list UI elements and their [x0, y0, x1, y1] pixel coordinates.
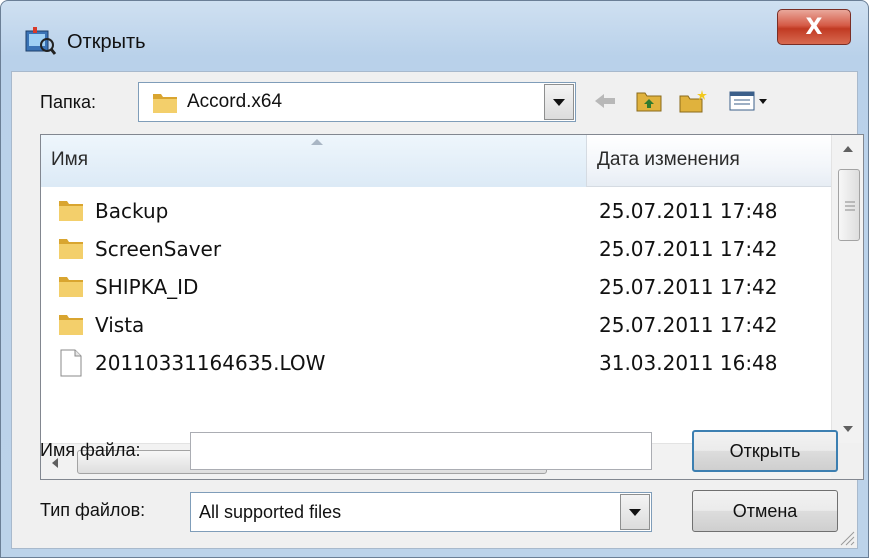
file-date: 25.07.2011 17:42 [599, 237, 778, 261]
filename-label: Имя файла: [40, 440, 141, 460]
folder-icon [57, 273, 85, 299]
up-folder-icon[interactable] [634, 86, 664, 116]
file-icon [57, 349, 85, 377]
folder-label: Папка: [40, 92, 96, 112]
chevron-down-icon [553, 98, 565, 106]
file-name: ScreenSaver [95, 237, 222, 261]
list-item[interactable]: 20110331164635.LOW 31.03.2011 16:48 [41, 343, 831, 381]
view-menu-icon[interactable] [728, 86, 772, 116]
close-icon: X [805, 14, 823, 40]
list-item[interactable]: ScreenSaver 25.07.2011 17:42 [41, 229, 831, 267]
chevron-down-icon [629, 508, 641, 516]
grip-icon [845, 201, 855, 211]
close-button[interactable]: X [777, 9, 851, 45]
file-name: 20110331164635.LOW [95, 351, 326, 375]
filetype-label: Тип файлов: [40, 500, 146, 520]
list-item[interactable]: Backup 25.07.2011 17:48 [41, 191, 831, 229]
folder-combo-value: Accord.x64 [187, 91, 283, 112]
chevron-down-icon [843, 426, 853, 432]
file-date: 25.07.2011 17:42 [599, 313, 778, 337]
folder-icon [151, 89, 179, 120]
folder-icon [57, 311, 85, 337]
cancel-button[interactable]: Отмена [692, 490, 838, 532]
list-item[interactable]: SHIPKA_ID 25.07.2011 17:42 [41, 267, 831, 305]
file-name: SHIPKA_ID [95, 275, 199, 299]
folder-combo[interactable]: Accord.x64 [138, 82, 576, 122]
file-date: 31.03.2011 16:48 [599, 351, 778, 375]
folder-combo-arrow[interactable] [544, 84, 574, 120]
new-folder-icon[interactable] [678, 86, 708, 116]
file-name: Vista [95, 313, 145, 337]
folder-icon [57, 197, 85, 223]
scroll-up-button[interactable] [832, 135, 864, 163]
open-button[interactable]: Открыть [692, 430, 838, 472]
window-title: Открыть [67, 31, 146, 53]
filename-input[interactable] [190, 432, 652, 470]
file-name: Backup [95, 199, 169, 223]
vertical-scrollbar[interactable] [831, 135, 863, 443]
back-arrow-icon[interactable] [590, 86, 620, 116]
app-icon [23, 23, 57, 57]
vertical-scroll-thumb[interactable] [838, 169, 860, 241]
filetype-combo-arrow[interactable] [620, 494, 650, 530]
open-file-dialog: Открыть X Папка: Accord.x64 Имя Дата изм… [0, 0, 869, 558]
sort-up-icon [311, 139, 323, 145]
title-bar[interactable]: Открыть X [1, 1, 868, 71]
list-item[interactable]: Vista 25.07.2011 17:42 [41, 305, 831, 343]
file-date: 25.07.2011 17:48 [599, 199, 778, 223]
column-header-name-label: Имя [51, 149, 89, 170]
list-header: Имя Дата изменения [41, 135, 831, 187]
folder-icon [57, 235, 85, 261]
file-date: 25.07.2011 17:42 [599, 275, 778, 299]
column-header-date-label: Дата изменения [597, 149, 740, 170]
file-list[interactable]: Имя Дата изменения Backup 25.07.2011 17:… [40, 134, 864, 480]
resize-grip-icon[interactable] [837, 528, 855, 546]
dialog-client-area: Папка: Accord.x64 Имя Дата изменения Bac… [11, 71, 864, 549]
filetype-combo[interactable]: All supported files [190, 492, 652, 532]
column-header-name[interactable]: Имя [41, 135, 587, 187]
filetype-combo-value: All supported files [199, 502, 342, 522]
chevron-up-icon [843, 146, 853, 152]
